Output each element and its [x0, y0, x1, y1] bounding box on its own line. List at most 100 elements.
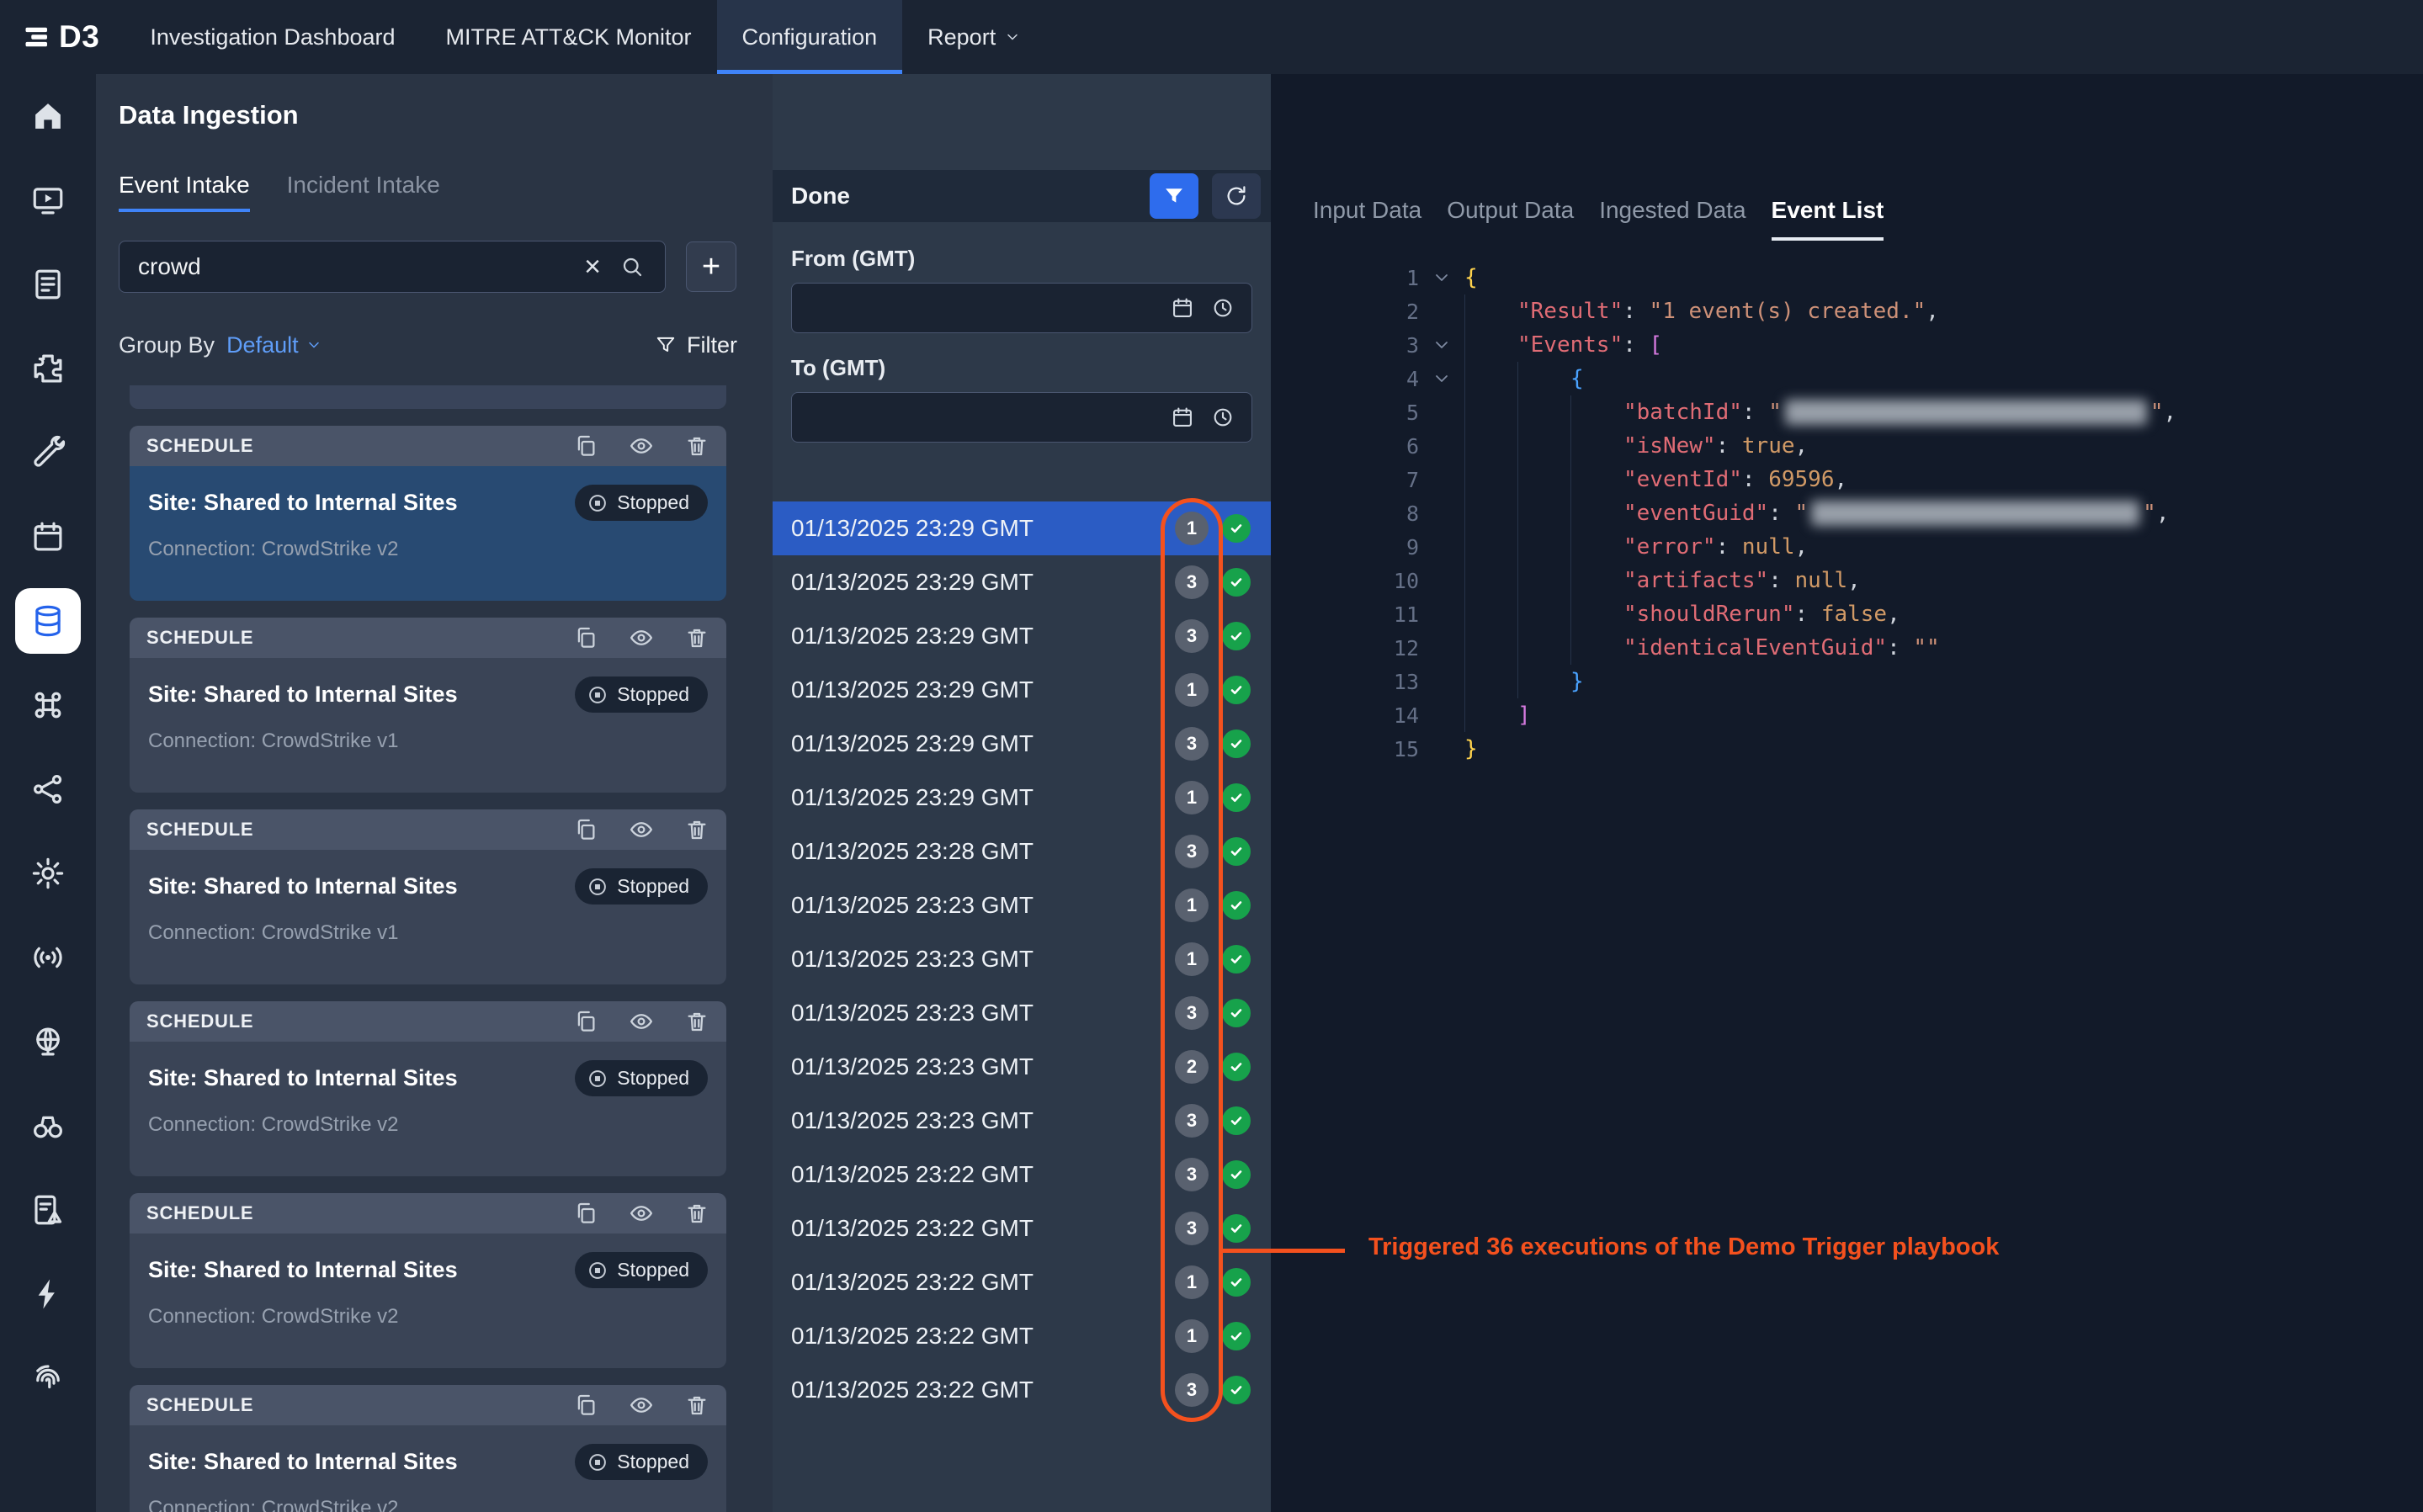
- job-row[interactable]: 01/13/2025 23:29 GMT 1: [773, 771, 1271, 825]
- search-box[interactable]: ×: [119, 241, 666, 293]
- event-count-badge: 3: [1175, 1104, 1209, 1138]
- refresh-button[interactable]: [1212, 173, 1261, 219]
- trash-icon[interactable]: [684, 1009, 709, 1034]
- copy-icon[interactable]: [573, 1393, 598, 1418]
- sidebar-item-share[interactable]: [0, 747, 96, 831]
- trash-icon[interactable]: [684, 433, 709, 459]
- schedule-card[interactable]: SCHEDULE Site: Shared to Internal Sites …: [130, 618, 726, 793]
- tab-ingested-data[interactable]: Ingested Data: [1599, 195, 1746, 241]
- sidebar-item-lightning[interactable]: [0, 1252, 96, 1336]
- funnel-filled-icon: [1162, 184, 1186, 208]
- calendar-icon[interactable]: [1171, 296, 1194, 320]
- job-row[interactable]: 01/13/2025 23:22 GMT 3: [773, 1202, 1271, 1255]
- eye-icon[interactable]: [629, 433, 654, 459]
- job-row[interactable]: 01/13/2025 23:22 GMT 1: [773, 1255, 1271, 1309]
- line-number: 5: [1271, 401, 1419, 425]
- copy-icon[interactable]: [573, 1009, 598, 1034]
- eye-icon[interactable]: [629, 1009, 654, 1034]
- filter-button[interactable]: Filter: [655, 332, 737, 358]
- schedule-card-header: SCHEDULE: [130, 1001, 726, 1042]
- lightning-icon: [15, 1261, 81, 1327]
- schedule-card[interactable]: SCHEDULE Site: Shared to Internal Sites …: [130, 1001, 726, 1176]
- sidebar-item-calendar[interactable]: [0, 495, 96, 579]
- tab-incident-intake[interactable]: Incident Intake: [287, 172, 440, 212]
- copy-icon[interactable]: [573, 625, 598, 650]
- search-input[interactable]: [120, 241, 665, 292]
- schedule-card-header: SCHEDULE: [130, 1193, 726, 1233]
- clear-search-icon[interactable]: ×: [584, 252, 601, 281]
- schedule-card[interactable]: SCHEDULE Site: Shared to Internal Sites …: [130, 1193, 726, 1368]
- job-row[interactable]: 01/13/2025 23:28 GMT 3: [773, 825, 1271, 878]
- sidebar-item-gear[interactable]: [0, 831, 96, 915]
- sidebar-item-report[interactable]: [0, 242, 96, 326]
- sidebar-item-binoculars[interactable]: [0, 1084, 96, 1168]
- copy-icon[interactable]: [573, 1201, 598, 1226]
- tab-output-data[interactable]: Output Data: [1447, 195, 1574, 241]
- job-row[interactable]: 01/13/2025 23:29 GMT 3: [773, 609, 1271, 663]
- queue-filter-button[interactable]: [1150, 173, 1198, 219]
- eye-icon[interactable]: [629, 625, 654, 650]
- tab-event-list[interactable]: Event List: [1772, 195, 1884, 241]
- sidebar-item-media[interactable]: [0, 158, 96, 242]
- sidebar-item-puzzle[interactable]: [0, 326, 96, 411]
- copy-icon[interactable]: [573, 817, 598, 842]
- sidebar-item-command[interactable]: [0, 663, 96, 747]
- trash-icon[interactable]: [684, 1393, 709, 1418]
- redacted-value: [1811, 501, 2139, 526]
- fold-chevron-icon[interactable]: [1419, 268, 1464, 288]
- job-row[interactable]: 01/13/2025 23:29 GMT 3: [773, 555, 1271, 609]
- job-row[interactable]: 01/13/2025 23:29 GMT 3: [773, 717, 1271, 771]
- sidebar-item-tools[interactable]: [0, 411, 96, 495]
- clock-icon[interactable]: [1211, 296, 1235, 320]
- sidebar-item-audit[interactable]: [0, 1168, 96, 1252]
- trash-icon[interactable]: [684, 625, 709, 650]
- tab-event-intake[interactable]: Event Intake: [119, 172, 250, 212]
- job-row[interactable]: 01/13/2025 23:23 GMT 3: [773, 986, 1271, 1040]
- to-gmt-input[interactable]: [791, 392, 1252, 443]
- calendar-icon[interactable]: [1171, 406, 1194, 429]
- eye-icon[interactable]: [629, 1201, 654, 1226]
- job-row[interactable]: 01/13/2025 23:22 GMT 1: [773, 1309, 1271, 1363]
- job-row[interactable]: 01/13/2025 23:23 GMT 1: [773, 932, 1271, 986]
- success-check-icon: [1222, 1322, 1251, 1350]
- schedule-card[interactable]: SCHEDULE Site: Shared to Internal Sites …: [130, 809, 726, 984]
- nav-item-mitre-att-ck-monitor[interactable]: MITRE ATT&CK Monitor: [421, 0, 717, 74]
- line-number: 4: [1271, 367, 1419, 391]
- partial-card[interactable]: [130, 385, 726, 409]
- job-row[interactable]: 01/13/2025 23:23 GMT 3: [773, 1094, 1271, 1148]
- from-gmt-input[interactable]: [791, 283, 1252, 333]
- schedule-card[interactable]: SCHEDULE Site: Shared to Internal Sites …: [130, 426, 726, 601]
- nav-item-report[interactable]: Report: [902, 0, 1046, 74]
- d3-logo[interactable]: D3: [22, 0, 99, 74]
- job-row[interactable]: 01/13/2025 23:29 GMT 1: [773, 501, 1271, 555]
- clock-icon[interactable]: [1211, 406, 1235, 429]
- eye-icon[interactable]: [629, 1393, 654, 1418]
- add-intake-button[interactable]: +: [686, 241, 736, 292]
- job-row[interactable]: 01/13/2025 23:29 GMT 1: [773, 663, 1271, 717]
- nav-item-investigation-dashboard[interactable]: Investigation Dashboard: [125, 0, 420, 74]
- fold-chevron-icon[interactable]: [1419, 335, 1464, 355]
- sidebar-item-globe[interactable]: [0, 1000, 96, 1084]
- success-check-icon: [1222, 1376, 1251, 1404]
- sidebar-item-broadcast[interactable]: [0, 915, 96, 1000]
- sidebar-item-fingerprint[interactable]: [0, 1336, 96, 1420]
- fold-chevron-icon[interactable]: [1419, 369, 1464, 389]
- job-row[interactable]: 01/13/2025 23:23 GMT 2: [773, 1040, 1271, 1094]
- tab-input-data[interactable]: Input Data: [1313, 195, 1421, 241]
- trash-icon[interactable]: [684, 1201, 709, 1226]
- schedule-card[interactable]: SCHEDULE Site: Shared to Internal Sites …: [130, 1385, 726, 1512]
- eye-icon[interactable]: [629, 817, 654, 842]
- sidebar-item-home[interactable]: [0, 74, 96, 158]
- job-row[interactable]: 01/13/2025 23:23 GMT 1: [773, 878, 1271, 932]
- search-icon[interactable]: [619, 254, 645, 279]
- card-title: Site: Shared to Internal Sites: [148, 873, 458, 899]
- code-line: 5 "batchId": "",: [1271, 395, 2423, 429]
- sidebar-item-database[interactable]: [0, 579, 96, 663]
- trash-icon[interactable]: [684, 817, 709, 842]
- copy-icon[interactable]: [573, 433, 598, 459]
- job-row[interactable]: 01/13/2025 23:22 GMT 3: [773, 1363, 1271, 1417]
- group-by-select[interactable]: Default: [226, 332, 322, 358]
- status-badge: Stopped: [575, 1444, 708, 1480]
- nav-item-configuration[interactable]: Configuration: [717, 0, 903, 74]
- job-row[interactable]: 01/13/2025 23:22 GMT 3: [773, 1148, 1271, 1202]
